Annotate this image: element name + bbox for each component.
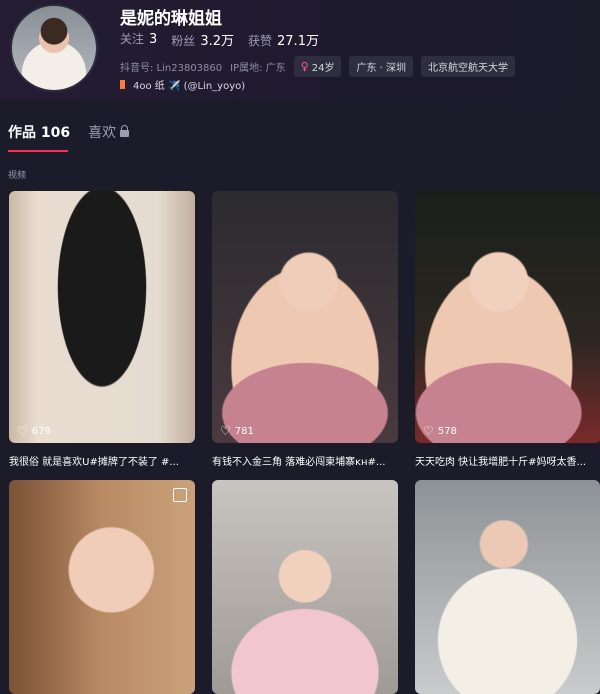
bio-marker-icon [120,80,125,89]
followers-count: 3.2万 [200,34,234,49]
tab-likes-label: 喜欢 [88,125,117,141]
lock-icon [120,125,130,137]
active-tab-indicator [8,150,68,152]
following-stat[interactable]: 关注 3 [120,30,157,49]
gallery-icon [173,488,187,502]
video-caption[interactable]: 有钱不入金三角 落难必闯柬埔寨ᴋʜ#... [212,453,400,468]
location-tag: 广东 · 深圳 [349,56,414,77]
video-card[interactable] [415,480,600,694]
likes-count: 27.1万 [277,34,319,49]
profile-header: 是妮的琳姐姐 关注 3 粉丝 3.2万 获赞 27.1万 抖音号: Lin238038… [0,0,600,100]
tab-likes[interactable]: 喜欢 [88,122,130,142]
video-card[interactable] [9,480,195,694]
heart-icon: ♡ [220,424,231,438]
avatar[interactable] [10,4,98,92]
female-icon: ♀ [300,60,309,73]
followers-stat[interactable]: 粉丝 3.2万 [171,30,234,49]
age-tag: ♀ 24岁 [293,56,342,77]
video-likes: ♡ 679 [17,425,51,437]
video-card[interactable]: ♡ 679 [9,191,195,443]
section-label: 视频 [8,171,27,181]
content-tabs: 作品 106 喜欢 [8,122,130,142]
following-label: 关注 [120,32,145,46]
video-likes: ♡ 781 [220,425,254,437]
bio-text: 4oo 纸 ✈️ (@Lin_yoyo) [133,81,246,92]
likes-label: 获赞 [248,34,273,48]
profile-stats: 关注 3 粉丝 3.2万 获赞 27.1万 [120,30,319,49]
ip-location: IP属地: 广东 [230,63,286,74]
video-likes-count: 578 [437,425,457,437]
video-card[interactable]: ♡ 781 [212,191,398,443]
profile-bio: 4oo 纸 ✈️ (@Lin_yoyo) [120,77,245,92]
heart-icon: ♡ [17,424,28,438]
profile-meta: 抖音号: Lin23803860 IP属地: 广东 ♀ 24岁 广东 · 深圳 北… [120,56,516,77]
video-likes: ♡ 578 [423,425,457,437]
followers-label: 粉丝 [171,34,196,48]
tab-works[interactable]: 作品 106 [8,122,70,142]
video-likes-count: 781 [234,425,254,437]
following-count: 3 [149,32,158,47]
video-caption[interactable]: 天天吃肉 快让我增肥十斤#妈呀太香... [415,453,600,468]
video-card[interactable] [212,480,398,694]
likes-stat[interactable]: 获赞 27.1万 [248,30,319,49]
school-tag: 北京航空航天大学 [421,56,516,77]
video-card[interactable]: ♡ 578 [415,191,600,443]
douyin-id: 抖音号: Lin23803860 [120,63,223,74]
video-likes-count: 679 [31,425,51,437]
profile-name: 是妮的琳姐姐 [120,9,222,29]
age-tag-label: 24岁 [311,63,335,74]
video-caption[interactable]: 我很俗 就是喜欢U#摊牌了不装了 #... [9,453,197,468]
heart-icon: ♡ [423,424,434,438]
